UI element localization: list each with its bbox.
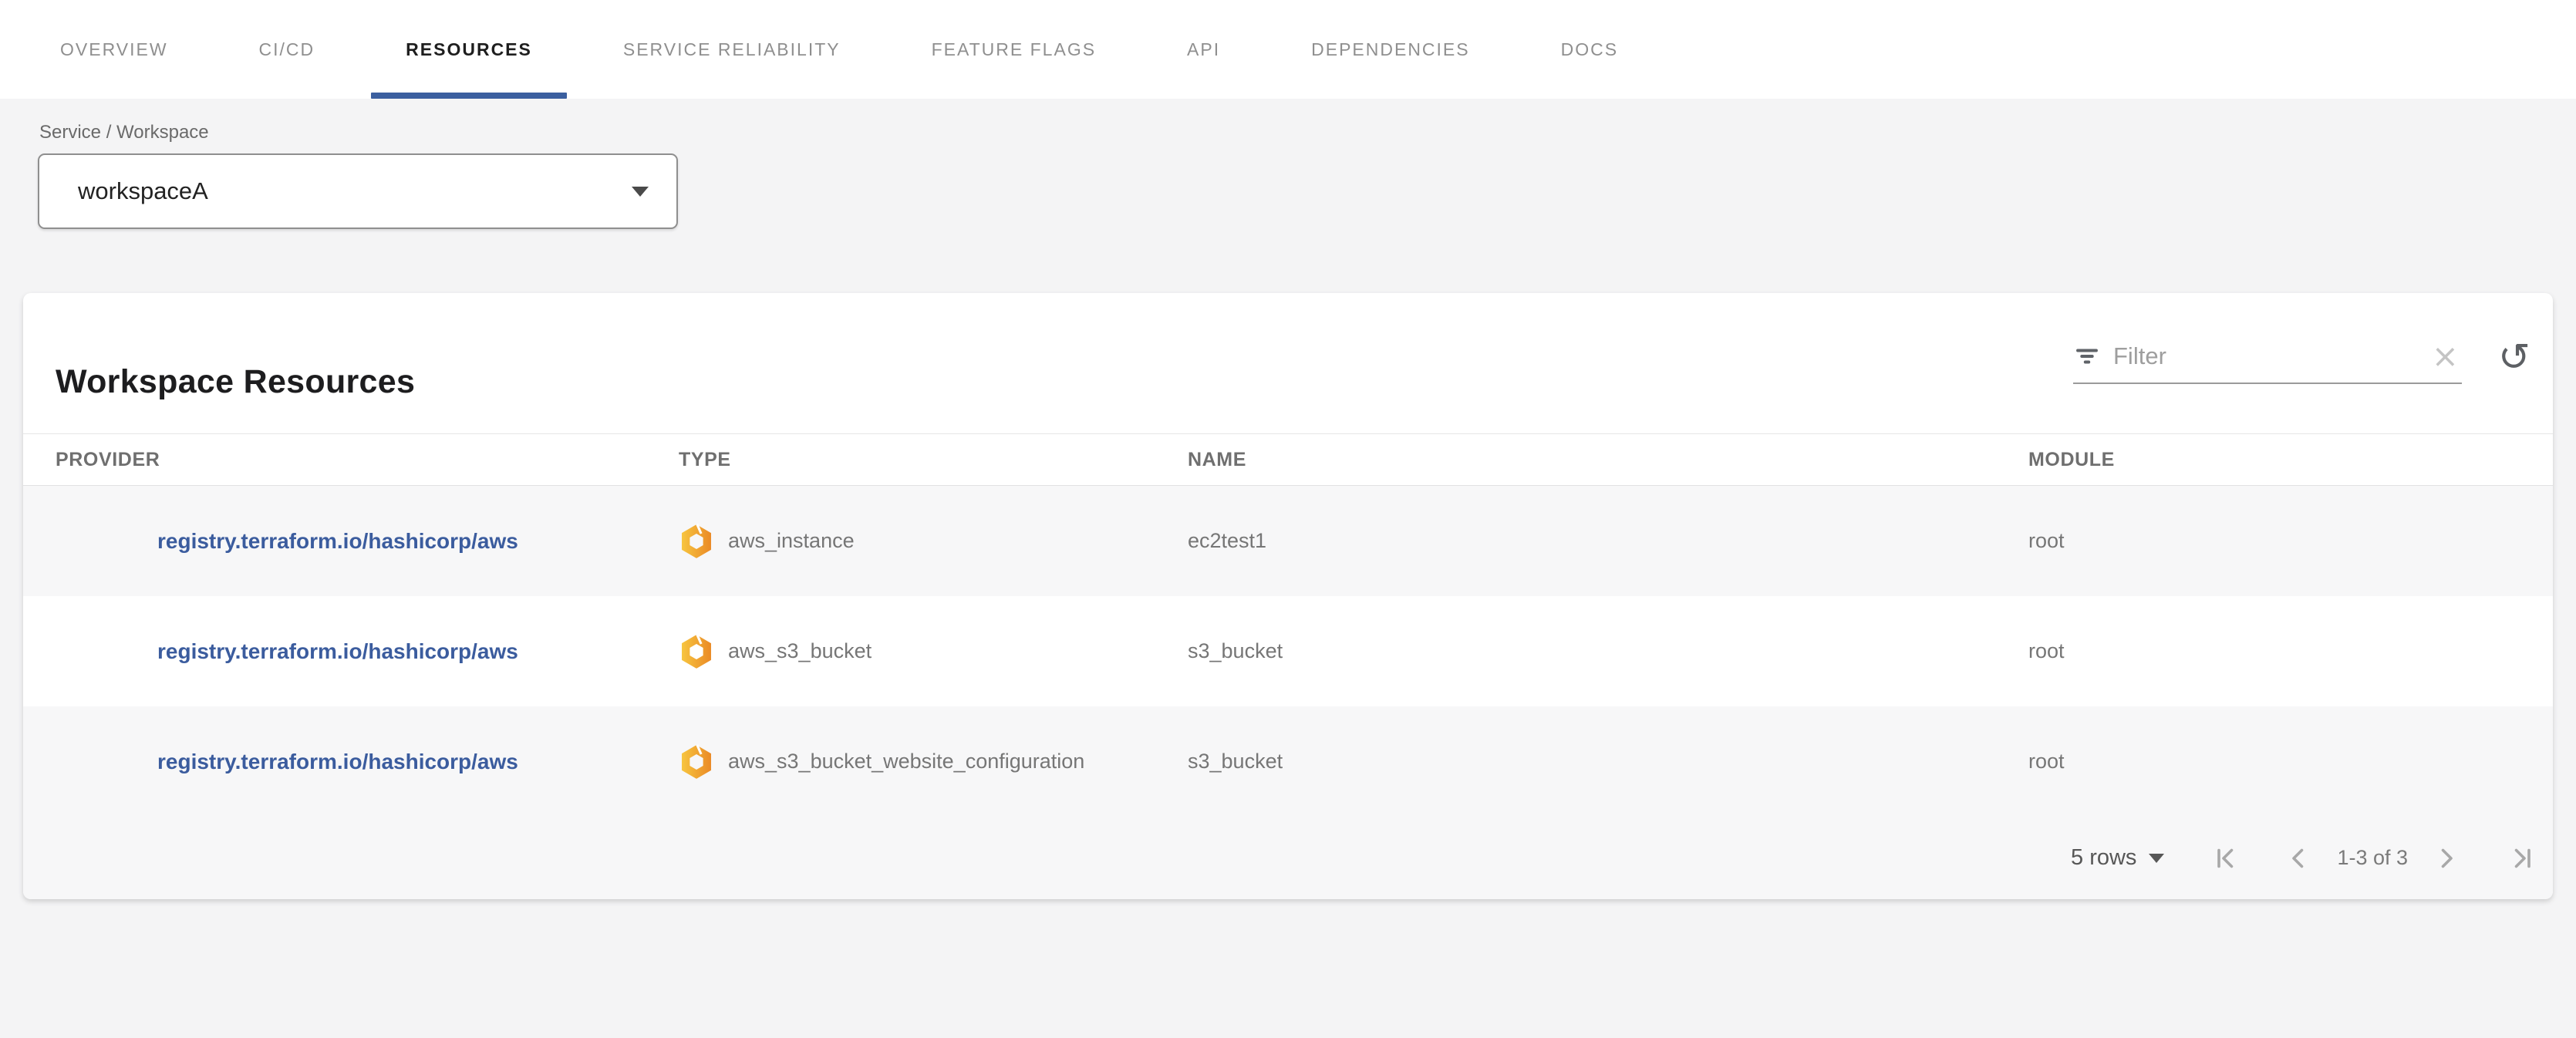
tab-label: CI/CD xyxy=(259,39,315,60)
rows-per-page-value: 5 rows xyxy=(2071,845,2136,871)
card-title: Workspace Resources xyxy=(56,363,415,401)
tab-resources[interactable]: RESOURCES xyxy=(371,0,567,99)
rows-per-page-select[interactable]: 5 rows xyxy=(2071,845,2164,871)
module-cell: root xyxy=(2028,596,2065,706)
tab-overview[interactable]: OVERVIEW xyxy=(25,0,203,99)
table-header-row: PROVIDER TYPE NAME MODULE xyxy=(23,433,2553,486)
last-page-icon[interactable] xyxy=(2508,844,2536,872)
workspace-selector-label: Service / Workspace xyxy=(39,122,209,143)
entity-tab-bar: OVERVIEW CI/CD RESOURCES SERVICE RELIABI… xyxy=(0,0,2576,99)
filter-input[interactable] xyxy=(2112,342,2418,371)
terraform-provider-icon xyxy=(679,632,714,671)
name-cell: s3_bucket xyxy=(1188,706,1283,817)
tab-label: DEPENDENCIES xyxy=(1311,39,1469,60)
table-row: registry.terraform.io/hashicorp/aws aws_… xyxy=(23,596,2553,706)
type-value: aws_s3_bucket xyxy=(728,639,872,663)
workspace-resources-card: Workspace Resources × ↺ PROVIDER TYPE NA… xyxy=(23,293,2553,899)
provider-link[interactable]: registry.terraform.io/hashicorp/aws xyxy=(157,750,518,774)
table-row: registry.terraform.io/hashicorp/aws aws_… xyxy=(23,486,2553,596)
tab-label: FEATURE FLAGS xyxy=(932,39,1096,60)
tab-label: SERVICE RELIABILITY xyxy=(623,39,841,60)
pagination-range-label: 1-3 of 3 xyxy=(2337,846,2408,870)
tab-service-reliability[interactable]: SERVICE RELIABILITY xyxy=(588,0,875,99)
tab-dependencies[interactable]: DEPENDENCIES xyxy=(1276,0,1504,99)
name-value: s3_bucket xyxy=(1188,639,1283,663)
filter-field[interactable]: × xyxy=(2073,333,2462,384)
column-header-type[interactable]: TYPE xyxy=(679,434,731,485)
type-cell: aws_s3_bucket xyxy=(679,596,872,706)
chevron-down-icon xyxy=(632,187,649,197)
type-cell: aws_s3_bucket_website_configuration xyxy=(679,706,1084,817)
module-value: root xyxy=(2028,750,2065,773)
type-value: aws_instance xyxy=(728,529,855,553)
provider-cell: registry.terraform.io/hashicorp/aws xyxy=(157,706,518,817)
workspace-select[interactable]: workspaceA xyxy=(38,153,678,229)
first-page-icon[interactable] xyxy=(2212,844,2240,872)
name-cell: s3_bucket xyxy=(1188,596,1283,706)
name-value: s3_bucket xyxy=(1188,750,1283,773)
filter-list-icon xyxy=(2073,342,2101,370)
tab-feature-flags[interactable]: FEATURE FLAGS xyxy=(897,0,1131,99)
provider-cell: registry.terraform.io/hashicorp/aws xyxy=(157,486,518,596)
table-row: registry.terraform.io/hashicorp/aws aws_… xyxy=(23,706,2553,817)
module-value: root xyxy=(2028,639,2065,663)
column-header-name[interactable]: NAME xyxy=(1188,434,1246,485)
clear-filter-icon[interactable]: × xyxy=(2429,340,2462,372)
column-header-provider[interactable]: PROVIDER xyxy=(56,434,160,485)
chevron-down-icon xyxy=(2149,854,2164,863)
tab-ci-cd[interactable]: CI/CD xyxy=(224,0,350,99)
workspace-select-value: workspaceA xyxy=(78,177,632,205)
module-cell: root xyxy=(2028,706,2065,817)
name-cell: ec2test1 xyxy=(1188,486,1266,596)
provider-link[interactable]: registry.terraform.io/hashicorp/aws xyxy=(157,529,518,554)
tab-api[interactable]: API xyxy=(1152,0,1255,99)
column-header-module[interactable]: MODULE xyxy=(2028,434,2115,485)
terraform-provider-icon xyxy=(679,522,714,561)
tab-docs[interactable]: DOCS xyxy=(1526,0,1653,99)
previous-page-icon[interactable] xyxy=(2284,844,2312,872)
active-tab-indicator xyxy=(371,93,567,99)
next-page-icon[interactable] xyxy=(2433,844,2460,872)
module-cell: root xyxy=(2028,486,2065,596)
table-footer: 5 rows 1-3 of 3 xyxy=(23,817,2553,899)
terraform-provider-icon xyxy=(679,743,714,781)
name-value: ec2test1 xyxy=(1188,529,1266,553)
provider-link[interactable]: registry.terraform.io/hashicorp/aws xyxy=(157,639,518,664)
module-value: root xyxy=(2028,529,2065,553)
type-value: aws_s3_bucket_website_configuration xyxy=(728,750,1084,773)
provider-cell: registry.terraform.io/hashicorp/aws xyxy=(157,596,518,706)
tab-label: API xyxy=(1187,39,1220,60)
tab-label: DOCS xyxy=(1561,39,1618,60)
tab-label: OVERVIEW xyxy=(60,39,168,60)
type-cell: aws_instance xyxy=(679,486,855,596)
refresh-icon[interactable]: ↺ xyxy=(2490,330,2539,384)
tab-label: RESOURCES xyxy=(406,39,532,60)
